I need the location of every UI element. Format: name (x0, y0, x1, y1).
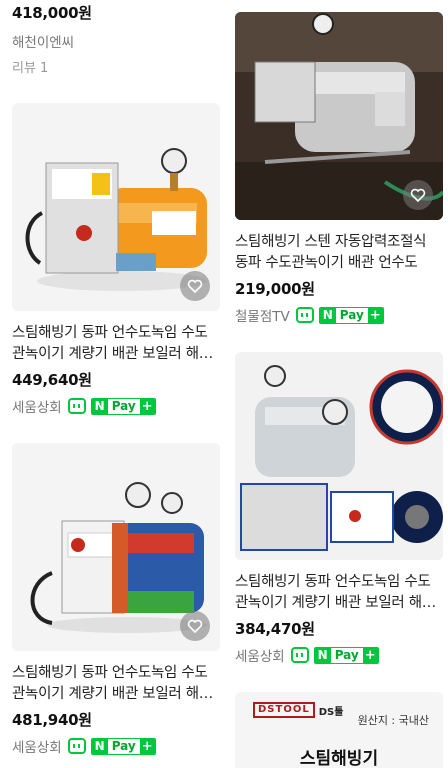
heart-outline-icon (187, 279, 203, 294)
product-card-ad[interactable]: DSTOOL DS툴 원산지 : 국내산 스팀해빙기 (235, 692, 443, 768)
brand-logo-box: DSTOOL (253, 702, 315, 718)
product-title[interactable]: 스팀해빙기 동파 언수도녹임 수도관녹이기 계량기 배관 보일러 해빙기 (12, 663, 220, 705)
npay-label: Pay (111, 399, 136, 413)
npay-label: Pay (339, 308, 364, 322)
talktalk-icon[interactable] (67, 738, 86, 754)
seller-name[interactable]: 세움상회 (12, 396, 62, 416)
seller-name[interactable]: 철물점TV (235, 305, 290, 325)
npay-plus-badge: N Pay + (313, 646, 379, 664)
npay-n-icon: N (314, 647, 331, 663)
brand-logo-text: DS툴 (318, 706, 344, 718)
plus-icon: + (362, 647, 378, 663)
npay-n-icon: N (319, 307, 336, 323)
wishlist-button[interactable] (180, 271, 210, 301)
seller-name[interactable]: 세움상회 (235, 645, 285, 665)
product-card[interactable]: 스팀해빙기 동파 언수도녹임 수도관녹이기 계량기 배관 보일러 해빙기 449… (12, 103, 220, 416)
product-card[interactable]: 스팀해빙기 동파 언수도녹임 수도관녹이기 계량기 배관 보일러 해빙기 481… (12, 443, 220, 756)
wishlist-button[interactable] (403, 180, 433, 210)
npay-plus-badge: N Pay + (90, 397, 156, 415)
product-price: 481,940원 (12, 711, 92, 729)
talktalk-icon[interactable] (290, 647, 309, 663)
npay-plus-badge: N Pay + (318, 306, 384, 324)
product-price: 384,470원 (235, 620, 315, 638)
steam-thawer-detail-collage-image (235, 352, 443, 560)
product-thumbnail[interactable] (235, 352, 443, 560)
product-price: 219,000원 (235, 280, 315, 298)
product-meta: 철물점TV N Pay + (235, 305, 443, 325)
product-title[interactable]: 스팀해빙기 스텐 자동압력조절식 동파 수도관녹이기 배관 언수도 (235, 232, 443, 274)
product-meta: 해천이엔씨 (12, 31, 220, 51)
seller-name[interactable]: 세움상회 (12, 736, 62, 756)
npay-label: Pay (334, 648, 359, 662)
product-meta: 세움상회 N Pay + (235, 645, 443, 665)
talktalk-icon[interactable] (67, 398, 86, 414)
npay-n-icon: N (91, 738, 108, 754)
product-meta: 세움상회 N Pay + (12, 396, 220, 416)
product-price: 418,000원 (12, 4, 92, 22)
product-meta: 세움상회 N Pay + (12, 736, 220, 756)
product-thumbnail[interactable] (235, 12, 443, 220)
product-thumbnail[interactable] (12, 103, 220, 311)
product-card[interactable]: 스팀해빙기 스텐 자동압력조절식 동파 수도관녹이기 배관 언수도 219,00… (235, 12, 443, 325)
product-price: 449,640원 (12, 371, 92, 389)
product-title[interactable]: 스팀해빙기 동파 언수도녹임 수도관녹이기 계량기 배관 보일러 해빙기 (12, 323, 220, 365)
ad-title: 스팀해빙기 (299, 749, 379, 768)
heart-outline-icon (187, 619, 203, 634)
plus-icon: + (139, 398, 155, 414)
npay-n-icon: N (91, 398, 108, 414)
heart-outline-icon (410, 188, 426, 203)
product-card[interactable]: 스팀해빙기 동파 언수도녹임 수도관녹이기 계량기 배관 보일러 해빙기 384… (235, 352, 443, 665)
brand-logo: DSTOOL DS툴 (253, 702, 343, 718)
wishlist-button[interactable] (180, 611, 210, 641)
npay-plus-badge: N Pay + (90, 737, 156, 755)
npay-label: Pay (111, 739, 136, 753)
plus-icon: + (139, 738, 155, 754)
product-title[interactable]: 스팀해빙기 동파 언수도녹임 수도관녹이기 계량기 배관 보일러 해빙기 (235, 572, 443, 614)
partial-product-info[interactable]: 418,000원 해천이엔씨 리뷰 1 (12, 0, 220, 76)
plus-icon: + (367, 307, 383, 323)
product-thumbnail[interactable] (12, 443, 220, 651)
talktalk-icon[interactable] (295, 307, 314, 323)
seller-name[interactable]: 해천이엔씨 (12, 31, 74, 51)
review-count[interactable]: 리뷰 1 (12, 57, 220, 76)
origin-label: 원산지 : 국내산 (357, 714, 429, 727)
